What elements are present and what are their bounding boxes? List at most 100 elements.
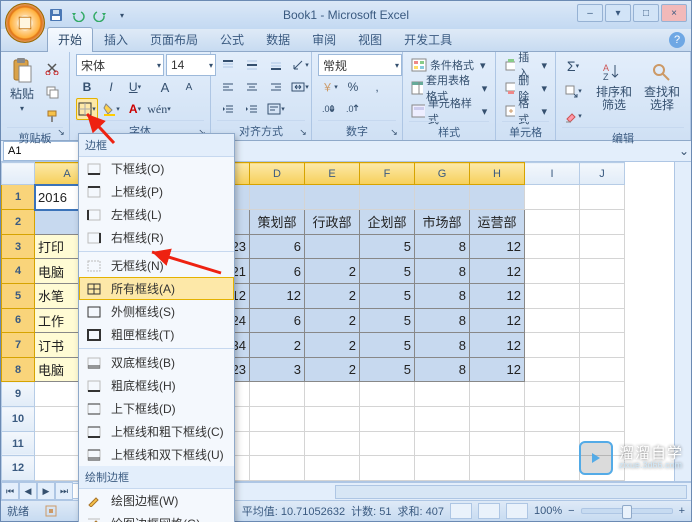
cell[interactable]: 5 <box>360 259 415 284</box>
merge-button[interactable]: ▾ <box>289 76 311 98</box>
align-middle-button[interactable] <box>241 54 263 76</box>
cell[interactable] <box>525 210 580 235</box>
comma-button[interactable]: , <box>366 76 388 98</box>
cell[interactable] <box>250 431 305 456</box>
cell[interactable]: 8 <box>415 234 470 259</box>
cell-style-button[interactable]: 单元格样式 ▾ <box>409 101 489 121</box>
cell[interactable]: 运营部 <box>470 210 525 235</box>
qat-save[interactable] <box>47 6 65 24</box>
number-launcher[interactable]: ↘ <box>388 126 400 138</box>
tab-页面布局[interactable]: 页面布局 <box>139 27 209 52</box>
cell[interactable]: 8 <box>415 259 470 284</box>
border-menu-item[interactable]: 粗底框线(H) <box>79 374 234 397</box>
border-menu-item[interactable]: 无框线(N) <box>79 254 234 277</box>
sort-filter-button[interactable]: AZ 排序和 筛选 <box>592 55 636 117</box>
cell[interactable] <box>305 382 360 407</box>
cell[interactable] <box>305 456 360 481</box>
percent-button[interactable]: % <box>342 76 364 98</box>
cell[interactable]: 6 <box>250 234 305 259</box>
row-header-9[interactable]: 9 <box>2 382 35 407</box>
cell[interactable]: 8 <box>415 308 470 333</box>
cell[interactable]: 策划部 <box>250 210 305 235</box>
align-top-button[interactable] <box>217 54 239 76</box>
cell[interactable]: 8 <box>415 333 470 358</box>
sheet-nav-first[interactable]: ⏮ <box>1 482 19 500</box>
clear-button[interactable]: ▾ <box>562 105 584 127</box>
clipboard-launcher[interactable]: ↘ <box>55 126 67 138</box>
cell[interactable] <box>415 382 470 407</box>
fill-button[interactable]: ▾ <box>562 80 584 102</box>
paste-button[interactable]: 粘贴 ▾ <box>7 55 37 117</box>
cell[interactable] <box>415 407 470 432</box>
cell[interactable] <box>305 407 360 432</box>
close-button[interactable]: × <box>661 4 687 22</box>
cell[interactable]: 市场部 <box>415 210 470 235</box>
border-menu-item[interactable]: 外侧框线(S) <box>79 300 234 323</box>
cell[interactable]: 5 <box>360 283 415 308</box>
cell[interactable] <box>250 407 305 432</box>
row-header-4[interactable]: 4 <box>2 259 35 284</box>
cell[interactable]: 2 <box>305 333 360 358</box>
cell[interactable]: 12 <box>470 234 525 259</box>
cell[interactable] <box>580 382 625 407</box>
cell[interactable] <box>580 234 625 259</box>
cell[interactable] <box>525 283 580 308</box>
help-button[interactable]: ? <box>669 32 685 48</box>
cell[interactable] <box>525 259 580 284</box>
cell[interactable]: 12 <box>470 357 525 382</box>
zoom-in[interactable]: + <box>679 505 685 517</box>
font-color-button[interactable]: A▾ <box>124 98 146 120</box>
view-normal[interactable] <box>450 503 472 519</box>
cell[interactable]: 12 <box>470 283 525 308</box>
decrease-indent-button[interactable] <box>217 98 239 120</box>
col-header-J[interactable]: J <box>580 163 625 185</box>
border-menu-item[interactable]: 所有框线(A) <box>79 277 234 300</box>
tab-数据[interactable]: 数据 <box>255 27 301 52</box>
col-header-F[interactable]: F <box>360 163 415 185</box>
border-menu-item[interactable]: 左框线(L) <box>79 203 234 226</box>
increase-decimal-button[interactable]: .00 <box>318 98 340 120</box>
cell[interactable] <box>580 185 625 210</box>
increase-indent-button[interactable] <box>241 98 263 120</box>
cell[interactable]: 6 <box>250 259 305 284</box>
col-header-H[interactable]: H <box>470 163 525 185</box>
restore-down-button[interactable]: ▾ <box>605 4 631 22</box>
align-bottom-button[interactable] <box>265 54 287 76</box>
row-header-12[interactable]: 12 <box>2 456 35 481</box>
cell[interactable]: 3 <box>250 357 305 382</box>
cell[interactable]: 企划部 <box>360 210 415 235</box>
decrease-decimal-button[interactable]: .0 <box>342 98 364 120</box>
vertical-scrollbar[interactable] <box>674 162 691 481</box>
format-painter-button[interactable] <box>41 105 63 127</box>
cell[interactable] <box>525 456 580 481</box>
cell[interactable] <box>305 431 360 456</box>
cell[interactable]: 6 <box>250 308 305 333</box>
office-button[interactable] <box>5 3 45 43</box>
row-header-6[interactable]: 6 <box>2 308 35 333</box>
alignment-launcher[interactable]: ↘ <box>297 126 309 138</box>
qat-redo[interactable] <box>91 6 109 24</box>
font-family-combo[interactable]: 宋体▾ <box>76 54 164 76</box>
cell[interactable] <box>415 431 470 456</box>
cell[interactable]: 12 <box>470 259 525 284</box>
cell[interactable] <box>415 456 470 481</box>
zoom-out[interactable]: − <box>568 505 574 517</box>
cell[interactable]: 8 <box>415 283 470 308</box>
cell[interactable] <box>470 431 525 456</box>
border-menu-item[interactable]: 上框线和粗下框线(C) <box>79 420 234 443</box>
cell[interactable] <box>580 357 625 382</box>
align-center-button[interactable] <box>241 76 263 98</box>
cell[interactable]: 2 <box>250 333 305 358</box>
row-header-5[interactable]: 5 <box>2 283 35 308</box>
cell[interactable] <box>580 210 625 235</box>
cell[interactable]: 2 <box>305 259 360 284</box>
align-left-button[interactable] <box>217 76 239 98</box>
accounting-format-button[interactable]: ￥▾ <box>318 76 340 98</box>
row-header-3[interactable]: 3 <box>2 234 35 259</box>
tab-公式[interactable]: 公式 <box>209 27 255 52</box>
cell[interactable] <box>525 185 580 210</box>
cell[interactable]: 5 <box>360 333 415 358</box>
cell[interactable]: 5 <box>360 308 415 333</box>
cell[interactable] <box>580 259 625 284</box>
autosum-button[interactable]: Σ▾ <box>562 55 584 77</box>
